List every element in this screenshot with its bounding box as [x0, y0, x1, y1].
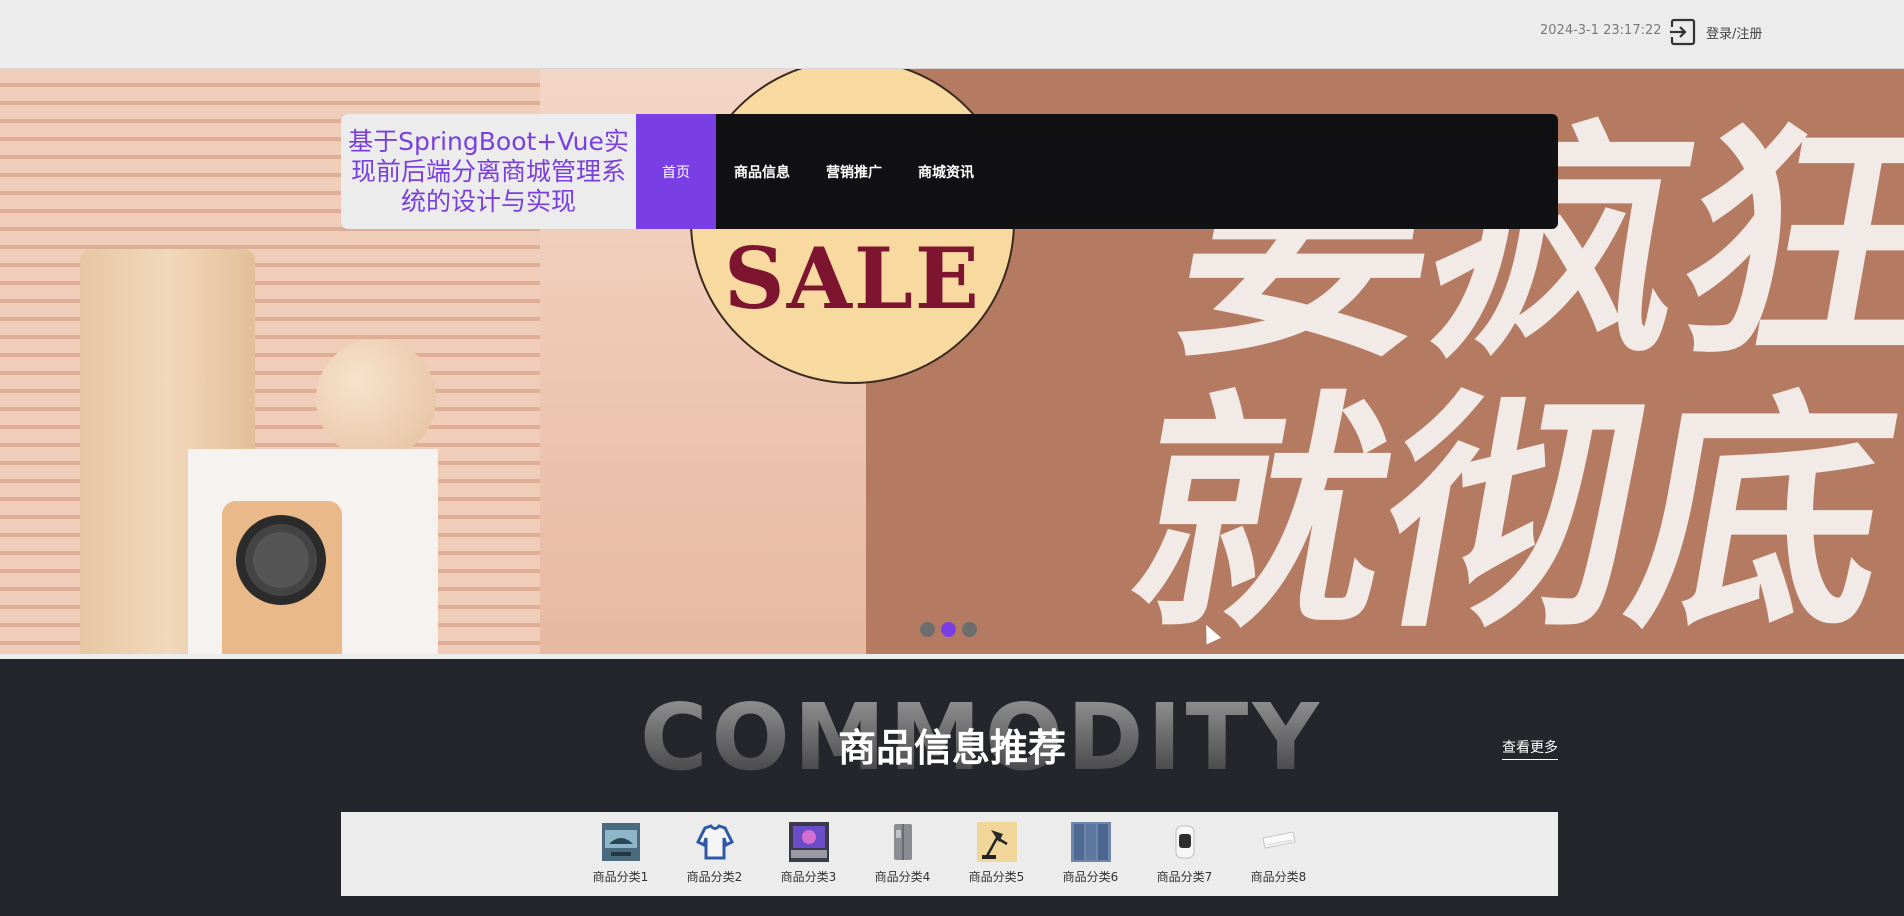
view-more-link[interactable]: 查看更多: [1502, 737, 1558, 760]
sale-text: SALE: [724, 229, 981, 328]
category-label: 商品分类8: [1250, 870, 1307, 884]
lamp-icon: [976, 822, 1017, 862]
main-nav: 基于SpringBoot+Vue实现前后端分离商城管理系统的设计与实现 首页 商…: [341, 114, 1558, 229]
category-label: 商品分类5: [968, 870, 1025, 884]
nav-item-home[interactable]: 首页: [636, 114, 716, 229]
laptop-icon: [788, 822, 829, 862]
nav-item-label: 商品信息: [734, 164, 790, 181]
nav-menu: 首页 商品信息 营销推广 商城资讯: [636, 114, 992, 229]
decor-ball: [316, 339, 436, 459]
top-bar: 2024-3-1 23:17:22 登录/注册: [0, 0, 1904, 69]
speaker-cone: [236, 515, 326, 605]
login-register-button[interactable]: 登录/注册: [1668, 17, 1762, 47]
category-item-8[interactable]: 商品分类8: [1246, 812, 1311, 896]
nav-item-label: 首页: [662, 164, 690, 181]
category-item-4[interactable]: 商品分类4: [870, 812, 935, 896]
category-item-5[interactable]: 商品分类5: [964, 812, 1029, 896]
nav-item-news[interactable]: 商城资讯: [900, 114, 992, 229]
category-label: 商品分类6: [1062, 870, 1119, 884]
category-label: 商品分类3: [780, 870, 837, 884]
site-title[interactable]: 基于SpringBoot+Vue实现前后端分离商城管理系统的设计与实现: [341, 114, 636, 229]
carousel-indicators: [920, 622, 977, 637]
carousel-dot-2[interactable]: [941, 622, 956, 637]
category-item-6[interactable]: 商品分类6: [1058, 812, 1123, 896]
section-title: 商品信息推荐: [837, 726, 1066, 770]
carousel-dot-1[interactable]: [920, 622, 935, 637]
jeans-icon: [1070, 822, 1111, 862]
login-icon: [1670, 18, 1696, 46]
category-label: 商品分类4: [874, 870, 931, 884]
nav-item-label: 营销推广: [826, 164, 882, 181]
carousel-dot-3[interactable]: [962, 622, 977, 637]
current-datetime: 2024-3-1 23:17:22: [1540, 23, 1662, 38]
category-item-1[interactable]: 商品分类1: [588, 812, 653, 896]
nav-item-label: 商城资讯: [918, 164, 974, 181]
category-bar: 商品分类1 商品分类2 商品分类3 商品分类4 商品分类5 商品分类6 商品分类…: [341, 812, 1558, 896]
commodity-section: COMMODITY 商品信息推荐 查看更多 商品分类1 商品分类2 商品分类3 …: [0, 659, 1904, 916]
category-item-7[interactable]: 商品分类7: [1152, 812, 1217, 896]
category-label: 商品分类1: [592, 870, 649, 884]
tv-icon: [601, 823, 640, 861]
air-conditioner-icon: [1258, 822, 1299, 862]
category-item-2[interactable]: 商品分类2: [682, 812, 747, 896]
category-label: 商品分类7: [1156, 870, 1213, 884]
nav-item-marketing[interactable]: 营销推广: [808, 114, 900, 229]
heater-icon: [1164, 822, 1205, 862]
nav-item-products[interactable]: 商品信息: [716, 114, 808, 229]
category-item-3[interactable]: 商品分类3: [776, 812, 841, 896]
login-register-label: 登录/注册: [1706, 26, 1763, 42]
shirt-icon: [694, 822, 735, 862]
category-label: 商品分类2: [686, 870, 743, 884]
fridge-icon: [882, 822, 923, 862]
